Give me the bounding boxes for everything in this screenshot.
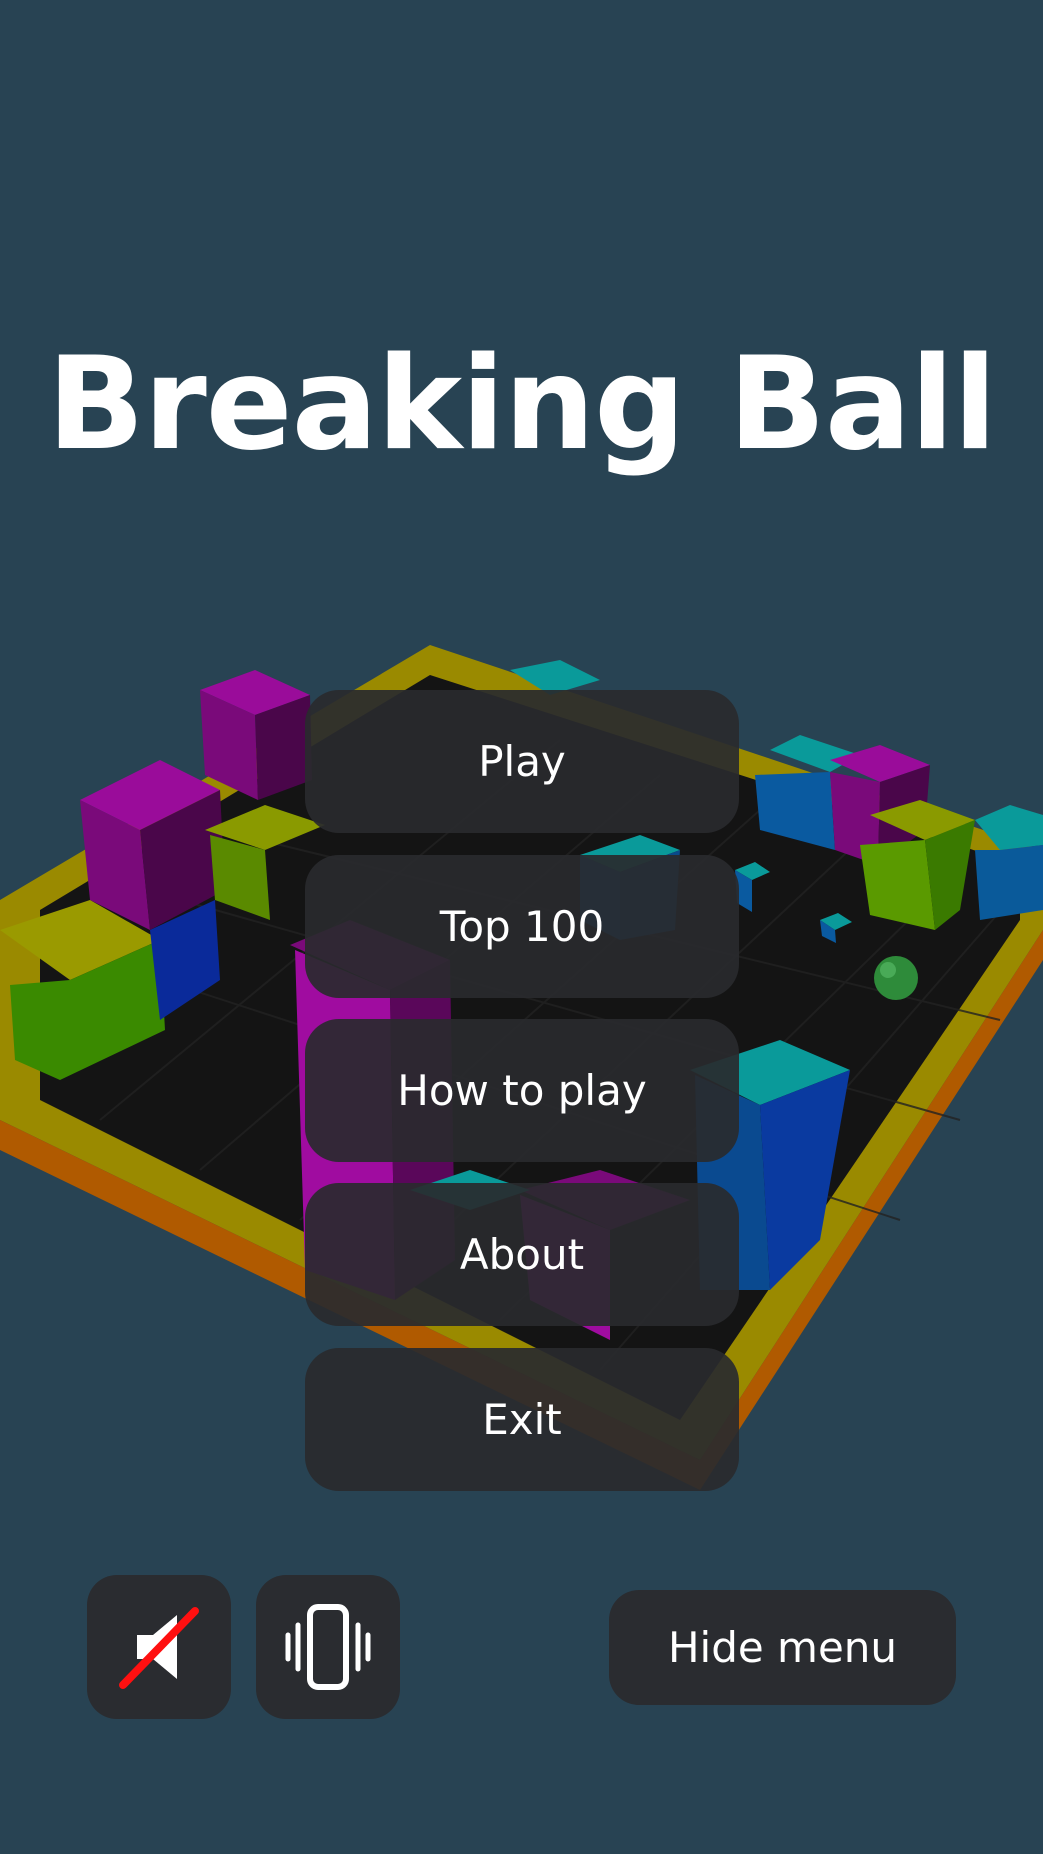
speaker-muted-icon <box>119 1607 199 1689</box>
how-to-play-button[interactable]: How to play <box>305 1019 739 1162</box>
ball <box>874 956 918 1000</box>
phone-vibrate-icon <box>285 1604 371 1690</box>
game-title: Breaking Ball <box>47 330 997 479</box>
hide-menu-button[interactable]: Hide menu <box>609 1590 956 1705</box>
exit-button[interactable]: Exit <box>305 1348 739 1491</box>
block-cyan-right <box>975 805 1043 920</box>
about-button[interactable]: About <box>305 1183 739 1326</box>
top-100-button[interactable]: Top 100 <box>305 855 739 998</box>
sound-toggle-button[interactable] <box>87 1575 231 1719</box>
block-magenta-top <box>200 670 312 800</box>
vibration-toggle-button[interactable] <box>256 1575 400 1719</box>
play-button[interactable]: Play <box>305 690 739 833</box>
